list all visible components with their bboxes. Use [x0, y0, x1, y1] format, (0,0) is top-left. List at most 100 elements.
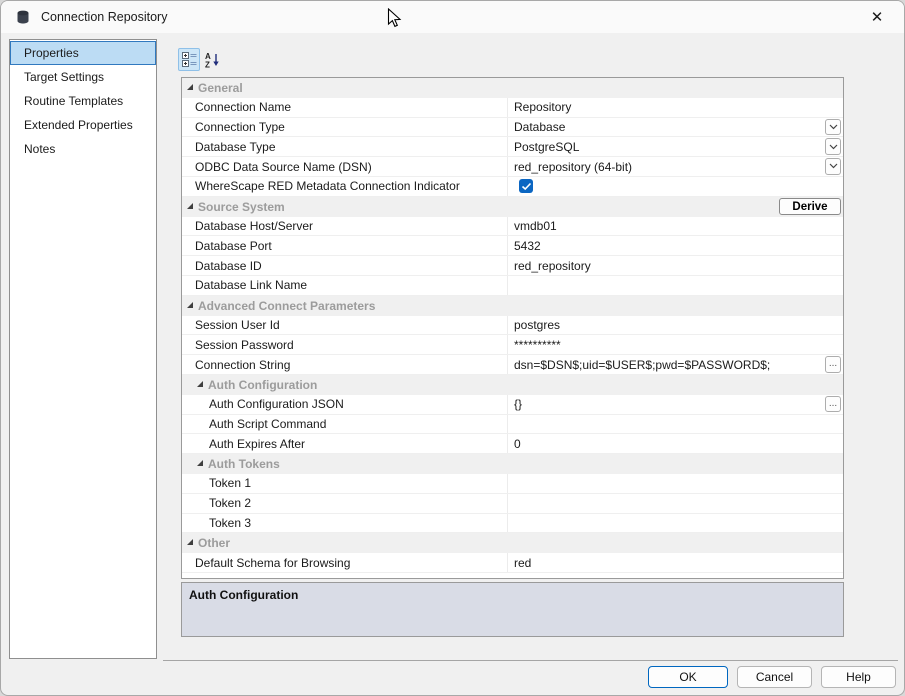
- derive-button[interactable]: Derive: [779, 198, 841, 215]
- section-general: General: [182, 78, 843, 98]
- property-value[interactable]: dsn=$DSN$;uid=$USER$;pwd=$PASSWORD$;: [508, 355, 843, 374]
- property-label: Auth Script Command: [182, 415, 508, 434]
- property-row-database-port[interactable]: Database Port5432: [182, 236, 843, 256]
- property-label: Session User Id: [182, 316, 508, 335]
- property-row-session-user-id[interactable]: Session User Idpostgres: [182, 316, 843, 336]
- section-advanced-connect-parameters: Advanced Connect Parameters: [182, 296, 843, 316]
- section-label: Advanced Connect Parameters: [198, 299, 375, 313]
- property-grid: GeneralConnection NameRepositoryConnecti…: [181, 77, 844, 579]
- section-auth-tokens: Auth Tokens: [182, 454, 843, 474]
- property-value[interactable]: red_repository: [508, 256, 843, 275]
- property-value[interactable]: vmdb01: [508, 217, 843, 236]
- section-label: Auth Tokens: [208, 457, 280, 471]
- cancel-button[interactable]: Cancel: [737, 666, 812, 688]
- property-value[interactable]: [508, 415, 843, 434]
- alphabetical-sort-icon[interactable]: A Z: [201, 48, 223, 71]
- database-icon: [15, 9, 31, 25]
- ellipsis-button[interactable]: ...: [825, 396, 841, 413]
- property-row-auth-expires-after[interactable]: Auth Expires After0: [182, 434, 843, 454]
- property-value[interactable]: [508, 474, 843, 493]
- property-value[interactable]: [508, 494, 843, 513]
- property-row-connection-name[interactable]: Connection NameRepository: [182, 98, 843, 118]
- expanded-triangle-icon[interactable]: [187, 203, 193, 209]
- categorized-view-icon[interactable]: [178, 48, 200, 71]
- property-value[interactable]: red_repository (64-bit): [508, 157, 843, 176]
- property-row-default-schema-for-browsing[interactable]: Default Schema for Browsingred: [182, 553, 843, 573]
- property-row-wherescape-red-metadata-connection-indicator[interactable]: WhereScape RED Metadata Connection Indic…: [182, 177, 843, 197]
- property-label: Session Password: [182, 335, 508, 354]
- property-value[interactable]: [508, 177, 843, 196]
- chevron-down-icon[interactable]: [825, 138, 841, 155]
- property-label: Database Type: [182, 137, 508, 156]
- sidebar-item-notes[interactable]: Notes: [10, 137, 156, 161]
- property-value[interactable]: **********: [508, 335, 843, 354]
- property-row-odbc-data-source-name-dsn[interactable]: ODBC Data Source Name (DSN)red_repositor…: [182, 157, 843, 177]
- property-row-auth-script-command[interactable]: Auth Script Command: [182, 415, 843, 435]
- property-label: Token 1: [182, 474, 508, 493]
- property-row-database-host-server[interactable]: Database Host/Servervmdb01: [182, 217, 843, 237]
- property-row-token-3[interactable]: Token 3: [182, 514, 843, 534]
- property-row-connection-string[interactable]: Connection Stringdsn=$DSN$;uid=$USER$;pw…: [182, 355, 843, 375]
- expanded-triangle-icon[interactable]: [187, 539, 193, 545]
- property-row-token-2[interactable]: Token 2: [182, 494, 843, 514]
- title-bar: Connection Repository ✕: [1, 1, 904, 33]
- sidebar: PropertiesTarget SettingsRoutine Templat…: [9, 39, 157, 659]
- property-value[interactable]: postgres: [508, 316, 843, 335]
- sidebar-item-properties[interactable]: Properties: [10, 41, 156, 65]
- property-row-connection-type[interactable]: Connection TypeDatabase: [182, 118, 843, 138]
- property-value[interactable]: 5432: [508, 236, 843, 255]
- property-label: Database Host/Server: [182, 217, 508, 236]
- mouse-cursor: [387, 8, 402, 34]
- close-icon[interactable]: ✕: [854, 1, 900, 33]
- property-row-token-1[interactable]: Token 1: [182, 474, 843, 494]
- property-row-database-type[interactable]: Database TypePostgreSQL: [182, 137, 843, 157]
- description-pane: Auth Configuration: [181, 582, 844, 637]
- property-label: Connection Type: [182, 118, 508, 137]
- sidebar-item-routine-templates[interactable]: Routine Templates: [10, 89, 156, 113]
- property-value[interactable]: {}: [508, 395, 843, 414]
- chevron-down-icon[interactable]: [825, 158, 841, 175]
- property-value[interactable]: Repository: [508, 98, 843, 117]
- property-value[interactable]: [508, 276, 843, 295]
- property-label: Database Link Name: [182, 276, 508, 295]
- property-value[interactable]: PostgreSQL: [508, 137, 843, 156]
- property-label: ODBC Data Source Name (DSN): [182, 157, 508, 176]
- property-value[interactable]: Database: [508, 118, 843, 137]
- checkbox-checked-icon[interactable]: [519, 179, 533, 193]
- expanded-triangle-icon[interactable]: [197, 460, 203, 466]
- property-label: Connection Name: [182, 98, 508, 117]
- sidebar-item-extended-properties[interactable]: Extended Properties: [10, 113, 156, 137]
- property-label: Auth Configuration JSON: [182, 395, 508, 414]
- section-source-system: Source System Derive: [182, 197, 843, 217]
- sidebar-item-target-settings[interactable]: Target Settings: [10, 65, 156, 89]
- property-label: Token 2: [182, 494, 508, 513]
- property-row-database-id[interactable]: Database IDred_repository: [182, 256, 843, 276]
- section-label: General: [198, 81, 243, 95]
- property-label: Database Port: [182, 236, 508, 255]
- property-label: Token 3: [182, 514, 508, 533]
- property-row-session-password[interactable]: Session Password**********: [182, 335, 843, 355]
- svg-text:Z: Z: [205, 60, 210, 68]
- section-label: Source System: [198, 200, 285, 214]
- property-row-database-link-name[interactable]: Database Link Name: [182, 276, 843, 296]
- property-label: Default Schema for Browsing: [182, 553, 508, 572]
- property-row-auth-configuration-json[interactable]: Auth Configuration JSON{}...: [182, 395, 843, 415]
- property-value[interactable]: 0: [508, 434, 843, 453]
- property-value[interactable]: red: [508, 553, 843, 572]
- property-value[interactable]: [508, 514, 843, 533]
- expanded-triangle-icon[interactable]: [187, 84, 193, 90]
- section-label: Auth Configuration: [208, 378, 317, 392]
- connection-repository-dialog: Connection Repository ✕ PropertiesTarget…: [0, 0, 905, 696]
- footer-button-bar: OK Cancel Help: [1, 658, 904, 695]
- chevron-down-icon[interactable]: [825, 119, 841, 136]
- help-button[interactable]: Help: [821, 666, 896, 688]
- expanded-triangle-icon[interactable]: [197, 381, 203, 387]
- expanded-triangle-icon[interactable]: [187, 302, 193, 308]
- section-auth-configuration: Auth Configuration: [182, 375, 843, 395]
- ellipsis-button[interactable]: ...: [825, 356, 841, 373]
- property-toolbar: A Z: [178, 48, 224, 71]
- ok-button[interactable]: OK: [648, 666, 728, 688]
- section-other: Other: [182, 533, 843, 553]
- description-title: Auth Configuration: [189, 588, 298, 602]
- section-label: Other: [198, 536, 230, 550]
